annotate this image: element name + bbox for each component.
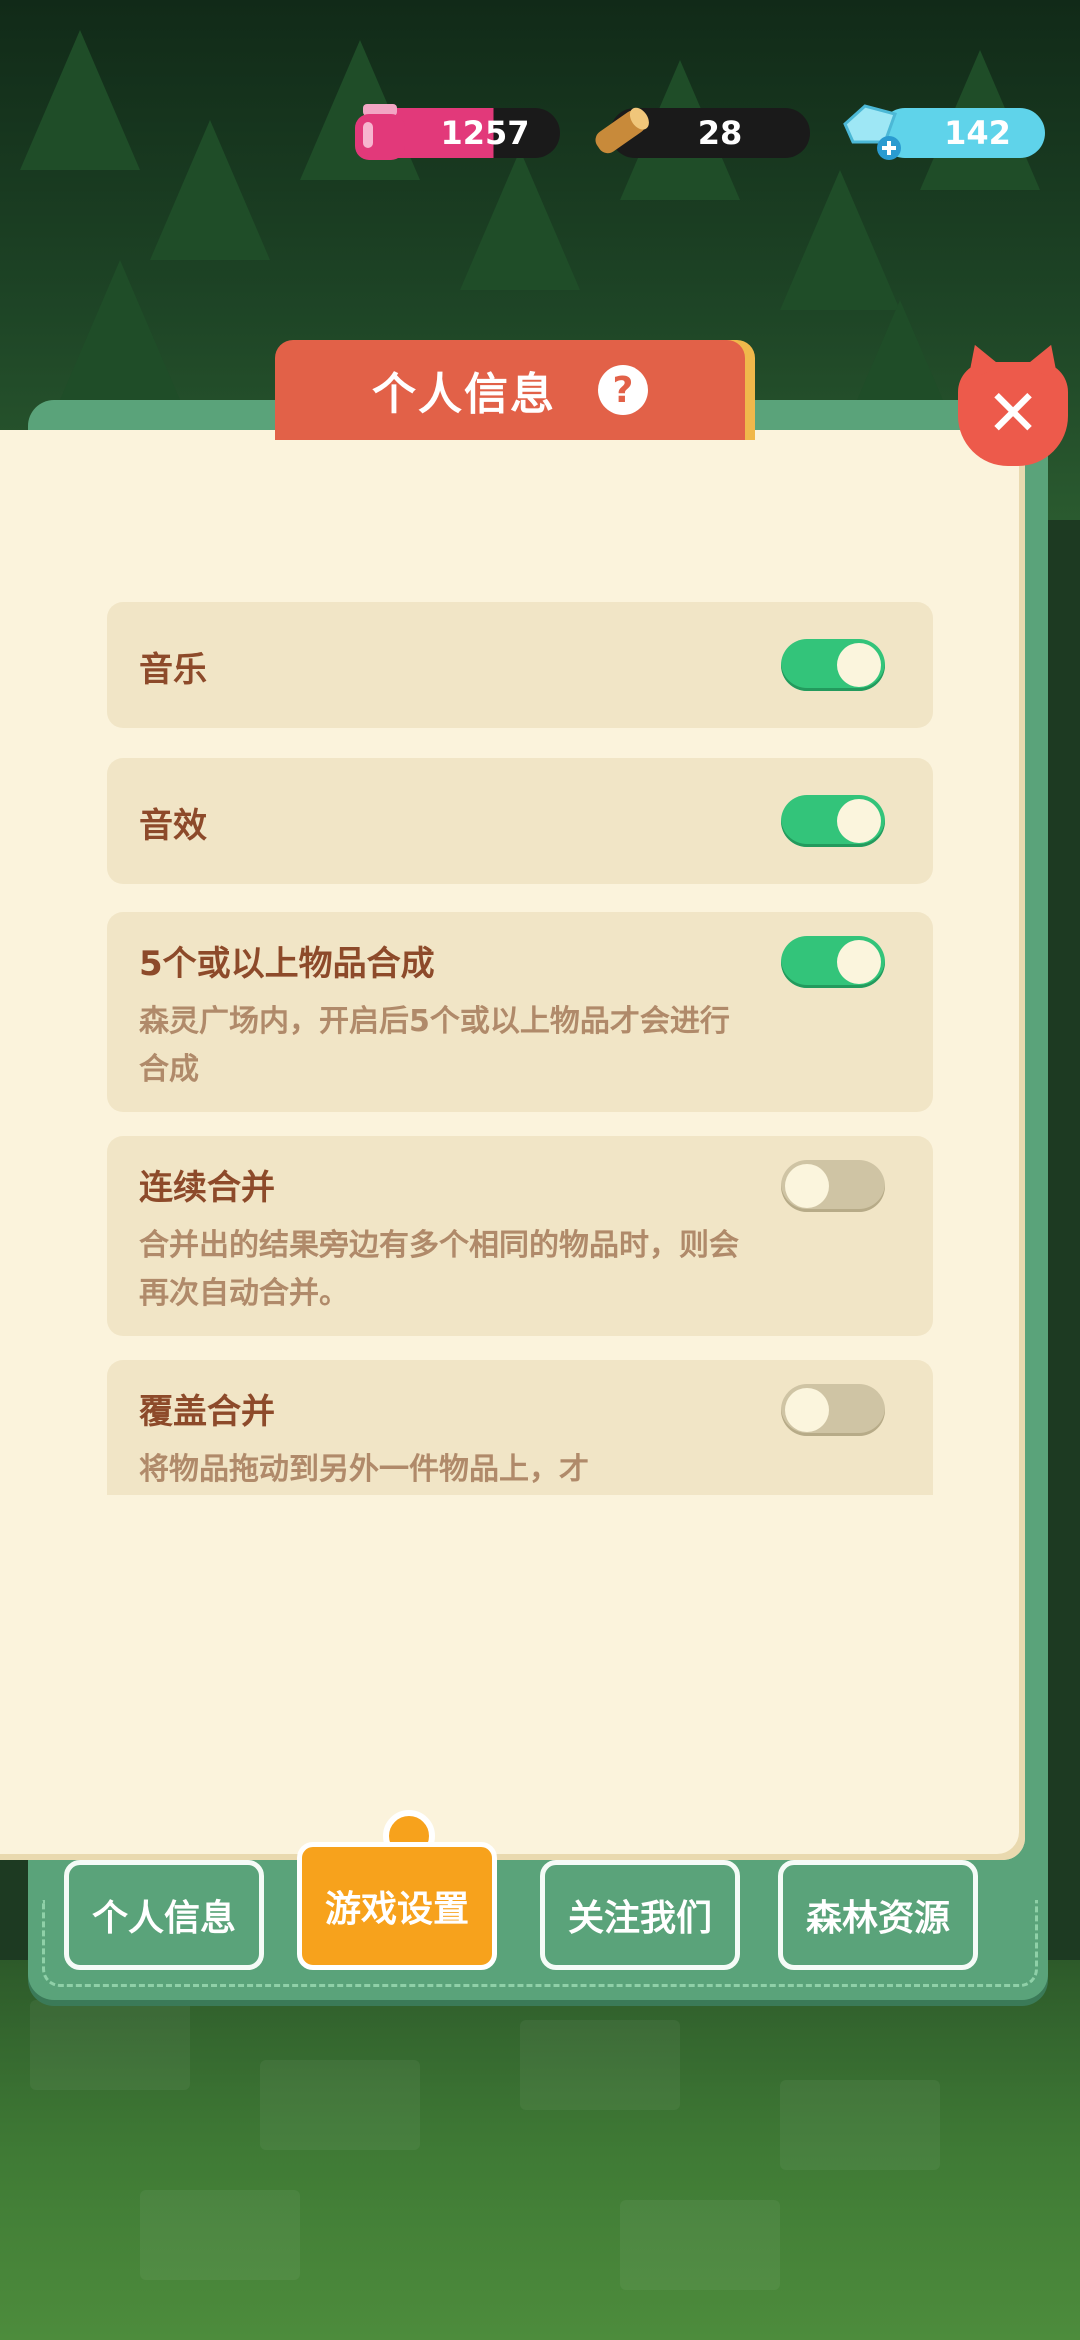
setting-title: 覆盖合并 — [139, 1392, 275, 1432]
ink-jar-icon — [345, 96, 415, 166]
setting-overlay-merge: 覆盖合并 将物品拖动到另外一件物品上，才 — [107, 1360, 933, 1495]
panel-title: 个人信息 — [372, 369, 556, 420]
pine-tree — [20, 30, 140, 170]
setting-title: 连续合并 — [139, 1168, 275, 1208]
tab-follow-us[interactable]: 关注我们 — [540, 1860, 740, 1970]
setting-sound-effects: 音效 — [107, 758, 933, 884]
help-icon[interactable]: ? — [598, 365, 648, 415]
five-merge-toggle[interactable] — [781, 936, 885, 988]
pine-tree — [780, 170, 900, 310]
tab-forest-resources[interactable]: 森林资源 — [778, 1860, 978, 1970]
pine-tree — [150, 120, 270, 260]
setting-description: 森灵广场内，开启后5个或以上物品才会进行合成 — [139, 1004, 730, 1087]
sound-effects-toggle[interactable] — [781, 795, 885, 847]
toggle-knob — [837, 799, 881, 843]
setting-five-merge: 5个或以上物品合成 森灵广场内，开启后5个或以上物品才会进行合成 — [107, 912, 933, 1112]
tab-game-settings[interactable]: 游戏设置 — [297, 1842, 497, 1970]
village-ground — [0, 1960, 1080, 2340]
tab-label: 森林资源 — [805, 1898, 950, 1939]
gem-plus-icon[interactable] — [835, 96, 905, 166]
toggle-knob — [785, 1164, 829, 1208]
wood-log-icon — [585, 96, 655, 166]
setting-title: 音效 — [139, 806, 207, 846]
tab-label: 游戏设置 — [324, 1889, 469, 1930]
setting-title: 5个或以上物品合成 — [139, 944, 435, 984]
music-toggle[interactable] — [781, 639, 885, 691]
setting-description: 合并出的结果旁边有多个相同的物品时，则会再次自动合并。 — [139, 1228, 739, 1311]
overlay-merge-toggle[interactable] — [781, 1384, 885, 1436]
setting-title: 音乐 — [139, 650, 207, 690]
setting-chain-merge: 连续合并 合并出的结果旁边有多个相同的物品时，则会再次自动合并。 — [107, 1136, 933, 1336]
toggle-knob — [837, 940, 881, 984]
toggle-knob — [837, 643, 881, 687]
tab-profile[interactable]: 个人信息 — [64, 1860, 264, 1970]
panel-title-tab: 个人信息 ? — [275, 340, 745, 440]
setting-description: 将物品拖动到另外一件物品上，才 — [139, 1452, 589, 1487]
tab-label: 个人信息 — [91, 1898, 236, 1939]
settings-list[interactable]: 音乐 音效 5个或以上物品合成 森灵广场内，开启后5个或以上物品才会进行合成 连… — [0, 430, 1025, 1495]
chain-merge-toggle[interactable] — [781, 1160, 885, 1212]
setting-music: 音乐 — [107, 602, 933, 728]
tab-label: 关注我们 — [567, 1898, 712, 1939]
toggle-knob — [785, 1388, 829, 1432]
pine-tree — [460, 150, 580, 290]
pine-tree — [60, 260, 180, 400]
